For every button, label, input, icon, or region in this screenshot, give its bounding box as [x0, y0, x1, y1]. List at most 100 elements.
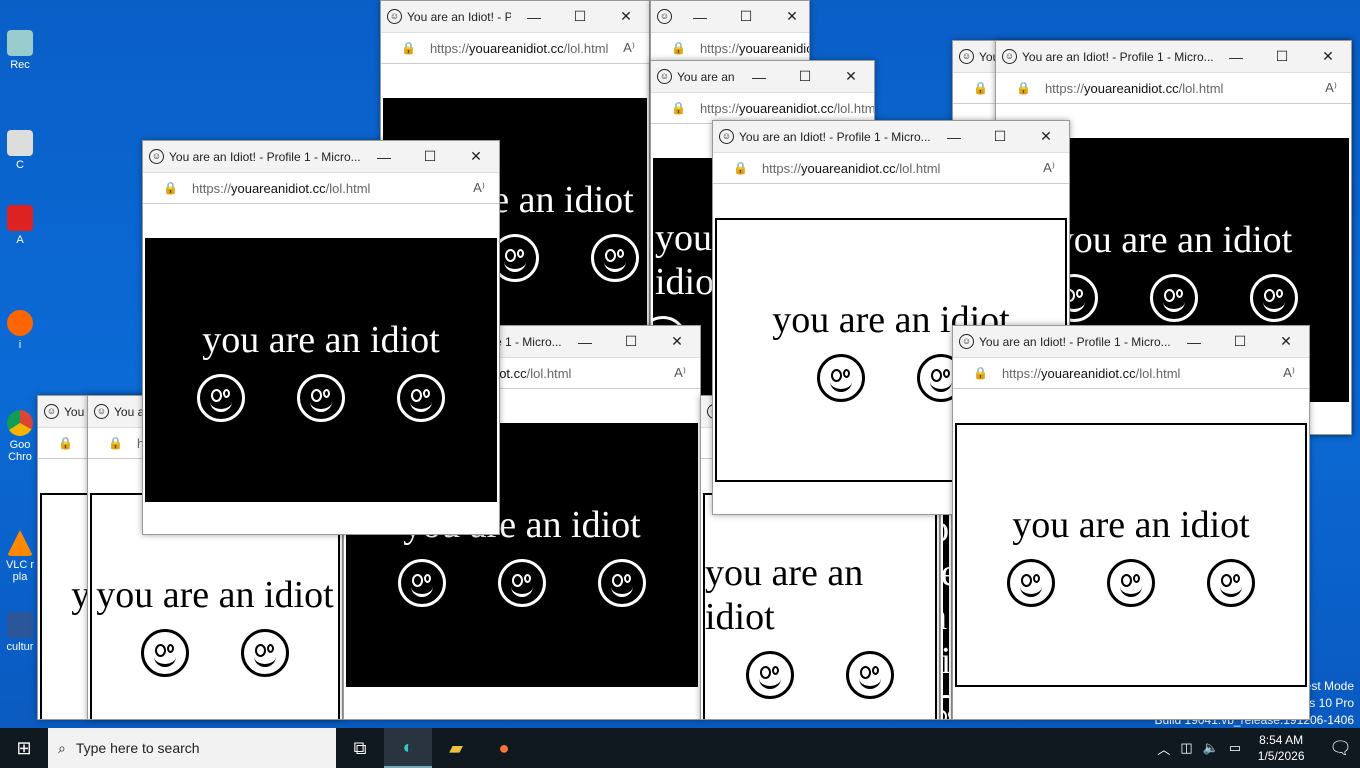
- title-bar[interactable]: ☺You are an Idiot! - Profile 1 - Micro..…: [651, 1, 809, 32]
- browser-window[interactable]: ☺ You are an Idiot! - Profile 1 - Micro..…: [142, 140, 500, 535]
- smiley-favicon-icon: ☺: [387, 9, 402, 24]
- lock-icon: 🔒: [671, 101, 686, 115]
- smileys: [1049, 274, 1298, 322]
- minimize-button[interactable]: —: [361, 149, 407, 165]
- clock[interactable]: 8:54 AM 1/5/2026: [1251, 732, 1311, 764]
- minimize-button[interactable]: —: [562, 334, 608, 350]
- smiley-favicon-icon: ☺: [94, 404, 109, 419]
- close-button[interactable]: ✕: [828, 68, 874, 85]
- minimize-button[interactable]: —: [677, 9, 723, 25]
- search-box[interactable]: ⌕ Type here to search: [48, 728, 336, 768]
- icon-label: cultur: [6, 641, 34, 653]
- url: https://youareanidiot.cc/lol.html: [700, 40, 809, 56]
- desktop-icon-chrome[interactable]: Goo Chro: [0, 410, 40, 463]
- firefox-icon[interactable]: ●: [480, 728, 528, 768]
- edge-icon[interactable]: ◐: [384, 728, 432, 768]
- maximize-button[interactable]: ☐: [407, 148, 453, 165]
- address-bar[interactable]: 🔒https://youareanidiot.cc/lol.htmlA⁾: [143, 172, 499, 204]
- maximize-button[interactable]: ☐: [557, 8, 603, 25]
- camera-icon[interactable]: ◫: [1180, 740, 1192, 756]
- file-explorer-icon[interactable]: ▰: [432, 728, 480, 768]
- minimize-button[interactable]: —: [736, 69, 782, 85]
- read-aloud-icon[interactable]: A⁾: [609, 40, 649, 56]
- close-button[interactable]: ✕: [453, 148, 499, 165]
- desktop-icon[interactable]: C: [0, 130, 40, 171]
- url-path: /lol.html: [895, 160, 941, 176]
- maximize-button[interactable]: ☐: [782, 68, 828, 85]
- lock-icon: 🔒: [58, 436, 73, 450]
- title-bar[interactable]: ☺You are an Idiot! - Profile 1 - Micro..…: [713, 121, 1069, 152]
- smiley-face-icon: [591, 234, 639, 282]
- address-bar[interactable]: 🔒 https://youareanidiot.cc/lol.htmlA⁾: [381, 32, 649, 64]
- minimize-button[interactable]: —: [931, 129, 977, 145]
- url: https://youareanidiot.cc/lol.html: [1002, 366, 1269, 381]
- smiley-face-icon: [1107, 559, 1155, 607]
- maximize-button[interactable]: ☐: [977, 128, 1023, 145]
- close-button[interactable]: ✕: [769, 8, 809, 25]
- smiley-face-icon: [197, 374, 245, 422]
- desktop-icon-word[interactable]: cultur: [0, 612, 40, 653]
- minimize-button[interactable]: —: [1171, 334, 1217, 350]
- smileys: [398, 559, 646, 607]
- volume-icon[interactable]: 🔈: [1203, 740, 1219, 756]
- read-aloud-icon[interactable]: A⁾: [1311, 80, 1351, 96]
- close-button[interactable]: ✕: [1023, 128, 1069, 145]
- title-bar[interactable]: ☺You are an Idiot! - Profile 1 - Micro..…: [143, 141, 499, 172]
- address-bar[interactable]: 🔒https://youareanidiot.cc/lol.htmlA⁾: [713, 152, 1069, 184]
- lock-icon: 🔒: [973, 366, 988, 380]
- title-bar[interactable]: ☺You are an Idiot! - Profile 1 - Micro..…: [381, 1, 649, 32]
- url-host: youareanidiot.cc: [1040, 365, 1136, 381]
- smiley-favicon-icon: ☺: [959, 334, 974, 349]
- smiley-face-icon: [941, 695, 951, 719]
- url-scheme: https://: [1044, 80, 1084, 96]
- window-title: You are an Idiot! - Profile 1 - Micro...: [1022, 49, 1213, 64]
- smiley-face-icon: [1149, 274, 1198, 322]
- smiley-face-icon: [241, 629, 289, 677]
- network-icon[interactable]: ▭: [1229, 740, 1241, 756]
- title-bar[interactable]: ☺You are an Idiot! - Profile 1 - Micro..…: [996, 41, 1351, 72]
- maximize-button[interactable]: ☐: [1259, 48, 1305, 65]
- task-view-icon[interactable]: ⧉: [336, 728, 384, 768]
- start-button[interactable]: ⊞: [0, 728, 48, 768]
- page-content: you are an idiot: [955, 423, 1307, 687]
- lock-icon: 🔒: [401, 41, 416, 55]
- search-icon: ⌕: [58, 739, 66, 756]
- maximize-button[interactable]: ☐: [608, 333, 654, 350]
- url: https://youareanidiot.cc/lol.html: [430, 41, 609, 56]
- read-aloud-icon[interactable]: A⁾: [1269, 365, 1309, 381]
- smiley-face-icon: [498, 559, 546, 607]
- url-path: /lol.html: [325, 180, 371, 196]
- browser-window[interactable]: ☺ You are an Idiot! - Profile 1 - Micro..…: [952, 325, 1310, 720]
- icon-label: VLC r pla: [5, 559, 35, 583]
- desktop-icon-vlc[interactable]: VLC r pla: [0, 530, 40, 583]
- minimize-button[interactable]: —: [511, 9, 557, 25]
- read-aloud-icon[interactable]: A⁾: [660, 365, 700, 381]
- maximize-button[interactable]: ☐: [1217, 333, 1263, 350]
- smiley-face-icon: [297, 374, 345, 422]
- read-aloud-icon[interactable]: A⁾: [459, 180, 499, 196]
- url: https://youareanidiot.cc/lol.html: [762, 161, 1029, 176]
- desktop-icon-acrobat[interactable]: A: [0, 205, 40, 246]
- url-host: youareanidiot.cc: [738, 40, 809, 56]
- window-title: You are an Idiot! - Profile 1 - Micro...: [677, 69, 736, 84]
- title-bar[interactable]: ☺You are an Idiot! - Profile 1 - Micro..…: [651, 61, 874, 92]
- address-bar[interactable]: 🔒 https://youareanidiot.cc/lol.htmlA⁾: [953, 357, 1309, 389]
- read-aloud-icon[interactable]: A⁾: [1029, 160, 1069, 176]
- page-content: you are an idiot: [941, 493, 951, 719]
- url-host: youareanidiot.cc: [230, 180, 326, 196]
- close-button[interactable]: ✕: [1263, 333, 1309, 350]
- close-button[interactable]: ✕: [654, 333, 700, 350]
- notification-icon[interactable]: 🗨: [1329, 738, 1352, 759]
- url-path: /lol.html: [563, 40, 609, 56]
- maximize-button[interactable]: ☐: [723, 8, 769, 25]
- address-bar[interactable]: 🔒https://youareanidiot.cc/lol.htmlA⁾: [996, 72, 1351, 104]
- chevron-up-icon[interactable]: ︿: [1157, 739, 1170, 758]
- page-text: you are an idiot: [202, 319, 440, 361]
- close-button[interactable]: ✕: [1305, 48, 1351, 65]
- desktop-icon[interactable]: i: [0, 310, 40, 351]
- minimize-button[interactable]: —: [1213, 49, 1259, 65]
- page-content: you are an idiot: [703, 493, 937, 719]
- desktop-icon-recycle-bin[interactable]: Rec: [0, 30, 40, 71]
- close-button[interactable]: ✕: [603, 8, 649, 25]
- title-bar[interactable]: ☺You are an Idiot! - Profile 1 - Micro..…: [953, 326, 1309, 357]
